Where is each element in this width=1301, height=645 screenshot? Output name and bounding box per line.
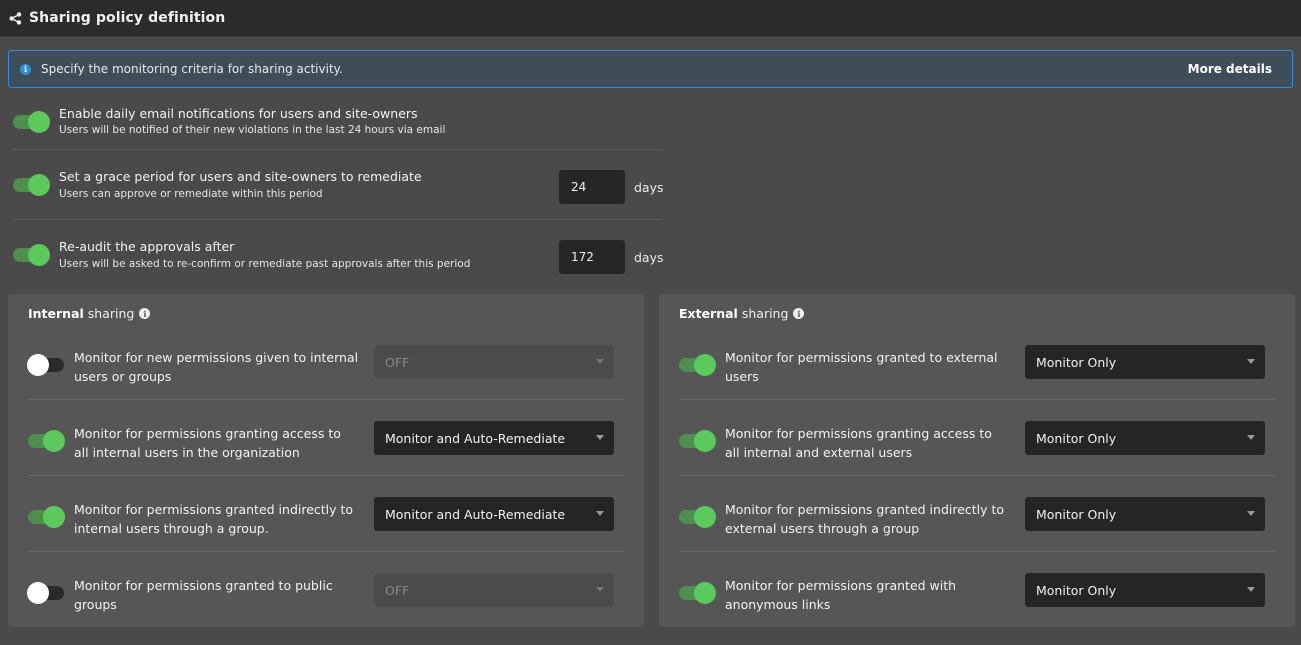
external-sharing-title: External sharing i [679, 306, 805, 321]
select-value: OFF [385, 582, 410, 598]
toggle-knob [28, 111, 50, 133]
row-title: Enable daily email notifications for use… [59, 106, 418, 121]
divider [28, 475, 624, 476]
row-text: Monitor for permissions granted to exter… [725, 350, 998, 384]
internal-sharing-panel: Internal sharing i Monitor for new permi… [8, 294, 644, 627]
grace-period-unit: days [634, 180, 664, 195]
grace-period-toggle[interactable] [13, 174, 50, 196]
external-users-select[interactable]: Monitor Only [1025, 345, 1265, 379]
row-text: Monitor for permissions granted with ano… [725, 578, 957, 612]
row-subtitle: Users will be notified of their new viol… [59, 124, 446, 136]
toggle-knob [27, 582, 49, 604]
select-value: Monitor Only [1036, 506, 1117, 522]
more-details-link[interactable]: More details [1188, 62, 1272, 76]
row-text: Monitor for permissions granted indirect… [74, 502, 354, 536]
external-anonymous-links-toggle[interactable] [679, 582, 716, 604]
share-icon [9, 11, 22, 25]
toggle-knob [28, 174, 50, 196]
info-icon[interactable]: i [793, 308, 805, 319]
row-title: Set a grace period for users and site-ow… [59, 169, 422, 184]
select-value: Monitor and Auto-Remediate [385, 506, 566, 522]
select-value: Monitor and Auto-Remediate [385, 430, 566, 446]
internal-all-users-select[interactable]: Monitor and Auto-Remediate [374, 421, 614, 455]
toggle-knob [27, 354, 49, 376]
select-value: OFF [385, 354, 410, 370]
internal-row-public-groups: Monitor for permissions granted to publi… [8, 568, 644, 644]
panel-title-rest: sharing [741, 306, 789, 321]
reaudit-input[interactable] [559, 240, 625, 274]
email-notifications-row: Enable daily email notifications for use… [0, 104, 663, 149]
info-banner: i Specify the monitoring criteria for sh… [8, 50, 1293, 88]
internal-row-indirect-group: Monitor for permissions granted indirect… [8, 492, 644, 568]
select-value: Monitor Only [1036, 582, 1117, 598]
row-text: Monitor for permissions granted indirect… [725, 502, 1005, 536]
divider [679, 551, 1275, 552]
row-text: Monitor for permissions granted to publi… [74, 578, 333, 612]
panel-title-bold: Internal [28, 306, 84, 321]
external-sharing-panel: External sharing i Monitor for permissio… [659, 294, 1295, 627]
chevron-down-icon [1247, 359, 1255, 364]
chevron-down-icon [596, 435, 604, 440]
info-banner-text: Specify the monitoring criteria for shar… [41, 62, 343, 76]
external-anonymous-links-select[interactable]: Monitor Only [1025, 573, 1265, 607]
reaudit-toggle[interactable] [13, 244, 50, 266]
external-indirect-group-select[interactable]: Monitor Only [1025, 497, 1265, 531]
divider [679, 475, 1275, 476]
external-users-toggle[interactable] [679, 354, 716, 376]
panel-title-bold: External [679, 306, 738, 321]
toggle-knob [28, 244, 50, 266]
divider [28, 399, 624, 400]
info-icon[interactable]: i [139, 308, 151, 319]
internal-indirect-group-select[interactable]: Monitor and Auto-Remediate [374, 497, 614, 531]
divider [679, 399, 1275, 400]
info-icon: i [20, 63, 31, 75]
chevron-down-icon [596, 587, 604, 592]
external-all-users-select[interactable]: Monitor Only [1025, 421, 1265, 455]
chevron-down-icon [596, 511, 604, 516]
page-title: Sharing policy definition [29, 10, 226, 26]
external-all-users-toggle[interactable] [679, 430, 716, 452]
internal-public-groups-select[interactable]: OFF [374, 573, 614, 607]
row-text: Monitor for permissions granting access … [74, 426, 341, 460]
external-row-external-users: Monitor for permissions granted to exter… [659, 340, 1295, 416]
row-title: Re-audit the approvals after [59, 239, 235, 254]
toggle-knob [43, 430, 65, 452]
row-subtitle: Users can approve or remediate within th… [59, 188, 323, 200]
divider [13, 149, 663, 150]
internal-public-groups-toggle[interactable] [27, 582, 64, 604]
row-subtitle: Users will be asked to re-confirm or rem… [59, 258, 471, 270]
grace-period-input[interactable] [559, 170, 625, 204]
internal-indirect-group-toggle[interactable] [28, 506, 65, 528]
divider [13, 219, 663, 220]
toggle-knob [694, 354, 716, 376]
row-text: Monitor for new permissions given to int… [74, 350, 359, 384]
divider [28, 551, 624, 552]
toggle-knob [694, 582, 716, 604]
external-indirect-group-toggle[interactable] [679, 506, 716, 528]
panel-title-rest: sharing [87, 306, 135, 321]
internal-all-users-toggle[interactable] [28, 430, 65, 452]
toggle-knob [43, 506, 65, 528]
internal-new-permissions-select[interactable]: OFF [374, 345, 614, 379]
toggle-knob [694, 430, 716, 452]
select-value: Monitor Only [1036, 354, 1117, 370]
internal-new-permissions-toggle[interactable] [27, 354, 64, 376]
toggle-knob [694, 506, 716, 528]
chevron-down-icon [1247, 587, 1255, 592]
external-row-all-users: Monitor for permissions granting access … [659, 416, 1295, 492]
internal-sharing-title: Internal sharing i [28, 306, 151, 321]
internal-row-all-users: Monitor for permissions granting access … [8, 416, 644, 492]
chevron-down-icon [1247, 511, 1255, 516]
select-value: Monitor Only [1036, 430, 1117, 446]
chevron-down-icon [1247, 435, 1255, 440]
page-header: Sharing policy definition [0, 0, 1301, 37]
internal-row-new-permissions: Monitor for new permissions given to int… [8, 340, 644, 416]
row-text: Monitor for permissions granting access … [725, 426, 992, 460]
external-row-anonymous-links: Monitor for permissions granted with ano… [659, 568, 1295, 644]
reaudit-unit: days [634, 250, 664, 265]
chevron-down-icon [596, 359, 604, 364]
email-notifications-toggle[interactable] [13, 111, 50, 133]
external-row-indirect-group: Monitor for permissions granted indirect… [659, 492, 1295, 568]
